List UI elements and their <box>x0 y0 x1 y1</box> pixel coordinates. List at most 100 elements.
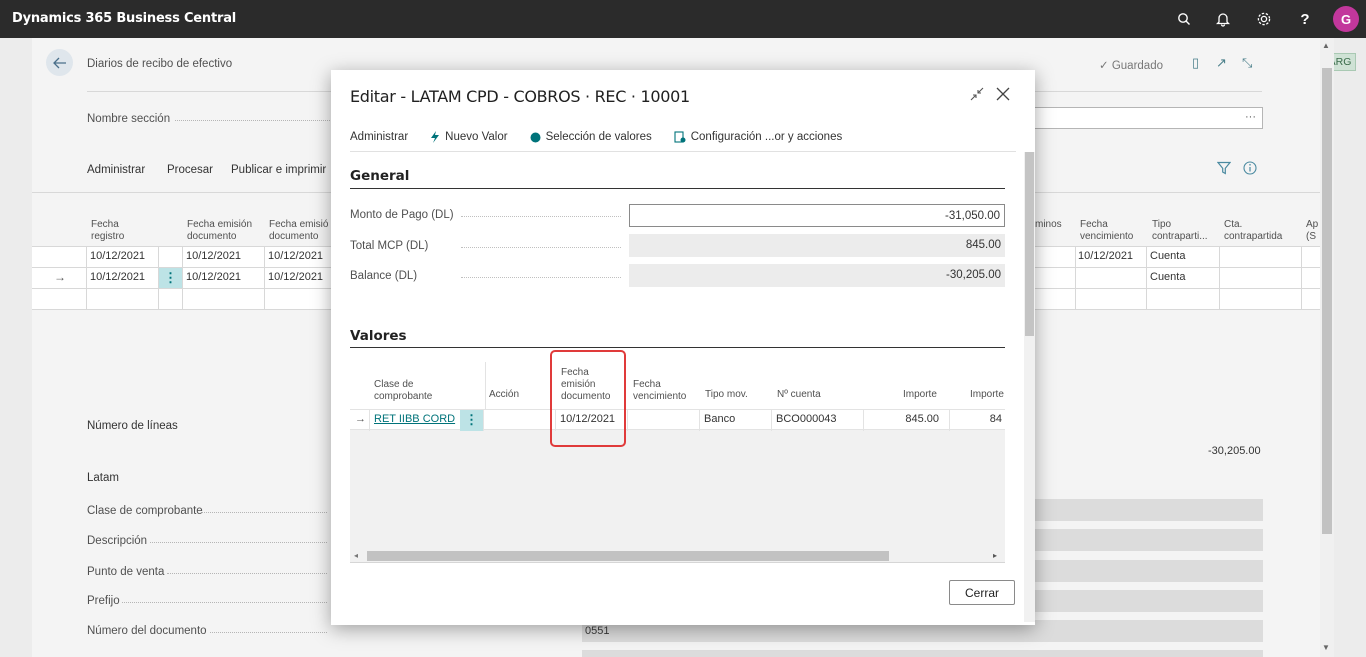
valores-section-title[interactable]: Valores <box>350 328 407 344</box>
scroll-left-icon[interactable]: ◂ <box>354 551 358 560</box>
info-icon[interactable] <box>1243 161 1257 178</box>
dialog-scroll-thumb[interactable] <box>1025 152 1034 336</box>
col-divider <box>1301 246 1302 309</box>
page-scrollbar[interactable]: ▲ ▼ <box>1320 38 1334 657</box>
total-mcp-label: Total MCP (DL) <box>350 240 429 252</box>
valores-section-rule <box>350 347 1005 348</box>
col-l1: Fecha <box>1080 219 1108 230</box>
field-dots <box>202 512 327 513</box>
header-importe[interactable]: Importe <box>903 389 937 401</box>
scroll-up-icon[interactable]: ▲ <box>1322 41 1330 50</box>
collapse-icon[interactable]: ⤡ <box>1242 55 1252 71</box>
cell-fecha-registro[interactable]: 10/12/2021 <box>90 250 145 262</box>
cell-fecha-emision[interactable]: 10/12/2021 <box>268 271 323 283</box>
field-value-descripcion[interactable] <box>1035 529 1263 551</box>
menu-administrar[interactable]: Administrar <box>350 129 408 145</box>
cell-fecha-vencimiento[interactable]: 10/12/2021 <box>1078 250 1133 262</box>
scroll-down-icon[interactable]: ▼ <box>1322 643 1330 652</box>
field-value-clase[interactable] <box>1035 499 1263 521</box>
dialog-title: Editar - LATAM CPD - COBROS · REC · 1000… <box>350 87 690 106</box>
col-fecha-emision-1[interactable]: Fecha emisión documento <box>187 219 252 243</box>
open-new-window-icon[interactable]: ↗ <box>1216 55 1227 71</box>
table-row[interactable]: → RET IIBB CORD ⋮ 10/12/2021 Banco BCO00… <box>350 409 1005 431</box>
row-menu-button[interactable]: ⋮ <box>460 410 484 431</box>
help-icon[interactable]: ? <box>1296 10 1314 28</box>
header-accion[interactable]: Acción <box>489 389 519 401</box>
cell-nro-cuenta[interactable]: BCO000043 <box>772 410 864 431</box>
col-fecha-emision-2[interactable]: Fecha emisión documento <box>269 219 329 243</box>
menu-seleccion-valores[interactable]: Selección de valores <box>530 129 652 145</box>
collapse-dialog-icon[interactable] <box>967 84 987 104</box>
header-nro-cuenta[interactable]: Nº cuenta <box>777 389 821 401</box>
field-dots <box>150 542 327 543</box>
header-fecha-vencimiento[interactable]: Fecha vencimiento <box>633 379 686 403</box>
col-fecha-registro[interactable]: Fecha registro <box>91 219 124 243</box>
gear-icon[interactable] <box>1255 10 1273 28</box>
cell-fecha-registro[interactable]: 10/12/2021 <box>90 271 145 283</box>
header-tipo-mov[interactable]: Tipo mov. <box>705 389 748 401</box>
cell-tipo-mov[interactable]: Banco <box>700 410 772 431</box>
cell-fecha-emision[interactable]: 10/12/2021 <box>268 250 323 262</box>
total-mcp-value: 845.00 <box>629 234 1005 257</box>
col-divider <box>182 246 183 309</box>
app-title[interactable]: Dynamics 365 Business Central <box>12 11 236 26</box>
valores-scroll-thumb[interactable] <box>367 551 889 561</box>
col-ap[interactable]: Ap (S <box>1306 219 1318 243</box>
col-l1: Fecha <box>91 219 119 230</box>
search-icon[interactable] <box>1175 10 1193 28</box>
field-value-prefijo[interactable] <box>1035 590 1263 612</box>
bell-icon[interactable] <box>1214 10 1232 28</box>
cell-importe[interactable]: 845.00 <box>864 410 950 431</box>
action-publicar[interactable]: Publicar e imprimir <box>231 164 326 176</box>
row-menu-button[interactable]: ⋮ <box>159 268 182 288</box>
header-importe-2[interactable]: Importe <box>970 389 1004 401</box>
col-l2: vencimiento <box>1080 231 1134 242</box>
field-label: Número del documento <box>87 625 207 637</box>
cell-importe-2[interactable]: 84 <box>950 410 1005 431</box>
cell-fecha-emision[interactable]: 10/12/2021 <box>186 271 241 283</box>
col-tipo-contrapartida[interactable]: Tipo contraparti... <box>1152 219 1208 243</box>
field-label: Prefijo <box>87 595 120 607</box>
dialog-action-bar: Administrar Nuevo Valor Selección de val… <box>350 129 842 145</box>
general-section-title[interactable]: General <box>350 168 409 184</box>
monto-pago-input[interactable]: -31,050.00 <box>629 204 1005 227</box>
close-button[interactable]: Cerrar <box>949 580 1015 605</box>
menu-nuevo-valor[interactable]: Nuevo Valor <box>430 129 508 145</box>
field-label: Punto de venta <box>87 566 165 578</box>
col-terminos[interactable]: minos <box>1035 219 1062 231</box>
cell-fecha-emision[interactable]: 10/12/2021 <box>186 250 241 262</box>
field-dots <box>461 247 621 248</box>
action-procesar[interactable]: Procesar <box>167 164 213 176</box>
dialog-scrollbar[interactable] <box>1024 152 1035 622</box>
avatar[interactable]: G <box>1333 6 1359 32</box>
filter-icon[interactable] <box>1216 161 1232 178</box>
bookmark-icon[interactable]: ▯ <box>1192 55 1199 71</box>
valores-horizontal-scrollbar[interactable]: ◂ ▸ <box>350 548 1005 563</box>
col-divider <box>264 246 265 309</box>
back-button[interactable] <box>46 49 73 76</box>
action-administrar[interactable]: Administrar <box>87 164 145 176</box>
cell-clase-comprobante[interactable]: RET IIBB CORD <box>370 410 460 431</box>
monto-pago-label: Monto de Pago (DL) <box>350 209 454 221</box>
close-icon[interactable] <box>993 84 1013 104</box>
menu-configuracion[interactable]: Configuración ...or y acciones <box>674 129 842 145</box>
col-cta-contrapartida[interactable]: Cta. contrapartida <box>1224 219 1282 243</box>
header-clase-comprobante[interactable]: Clase de comprobante <box>374 379 432 403</box>
scroll-right-icon[interactable]: ▸ <box>993 551 997 560</box>
col-fecha-vencimiento[interactable]: Fecha vencimiento <box>1080 219 1133 243</box>
menu-label: Administrar <box>350 131 409 143</box>
doc-number-value: 0551 <box>585 625 610 637</box>
saved-status: ✓ Guardado <box>1099 60 1163 72</box>
cell-fecha-vencimiento[interactable] <box>628 410 700 431</box>
cell-tipo-contrapartida[interactable]: Cuenta <box>1150 271 1185 283</box>
header-divider <box>485 362 486 409</box>
col-divider <box>1219 246 1220 309</box>
clase-link[interactable]: RET IIBB CORD <box>374 413 455 425</box>
page-scrollbar-thumb[interactable] <box>1322 68 1332 534</box>
cell-tipo-contrapartida[interactable]: Cuenta <box>1150 250 1185 262</box>
balance-total: -30,205.00 <box>1208 445 1261 457</box>
cell-accion[interactable] <box>484 410 556 431</box>
field-value-punto[interactable] <box>1035 560 1263 582</box>
section-name-input[interactable]: ··· <box>1030 107 1263 129</box>
field-dots <box>461 216 621 217</box>
